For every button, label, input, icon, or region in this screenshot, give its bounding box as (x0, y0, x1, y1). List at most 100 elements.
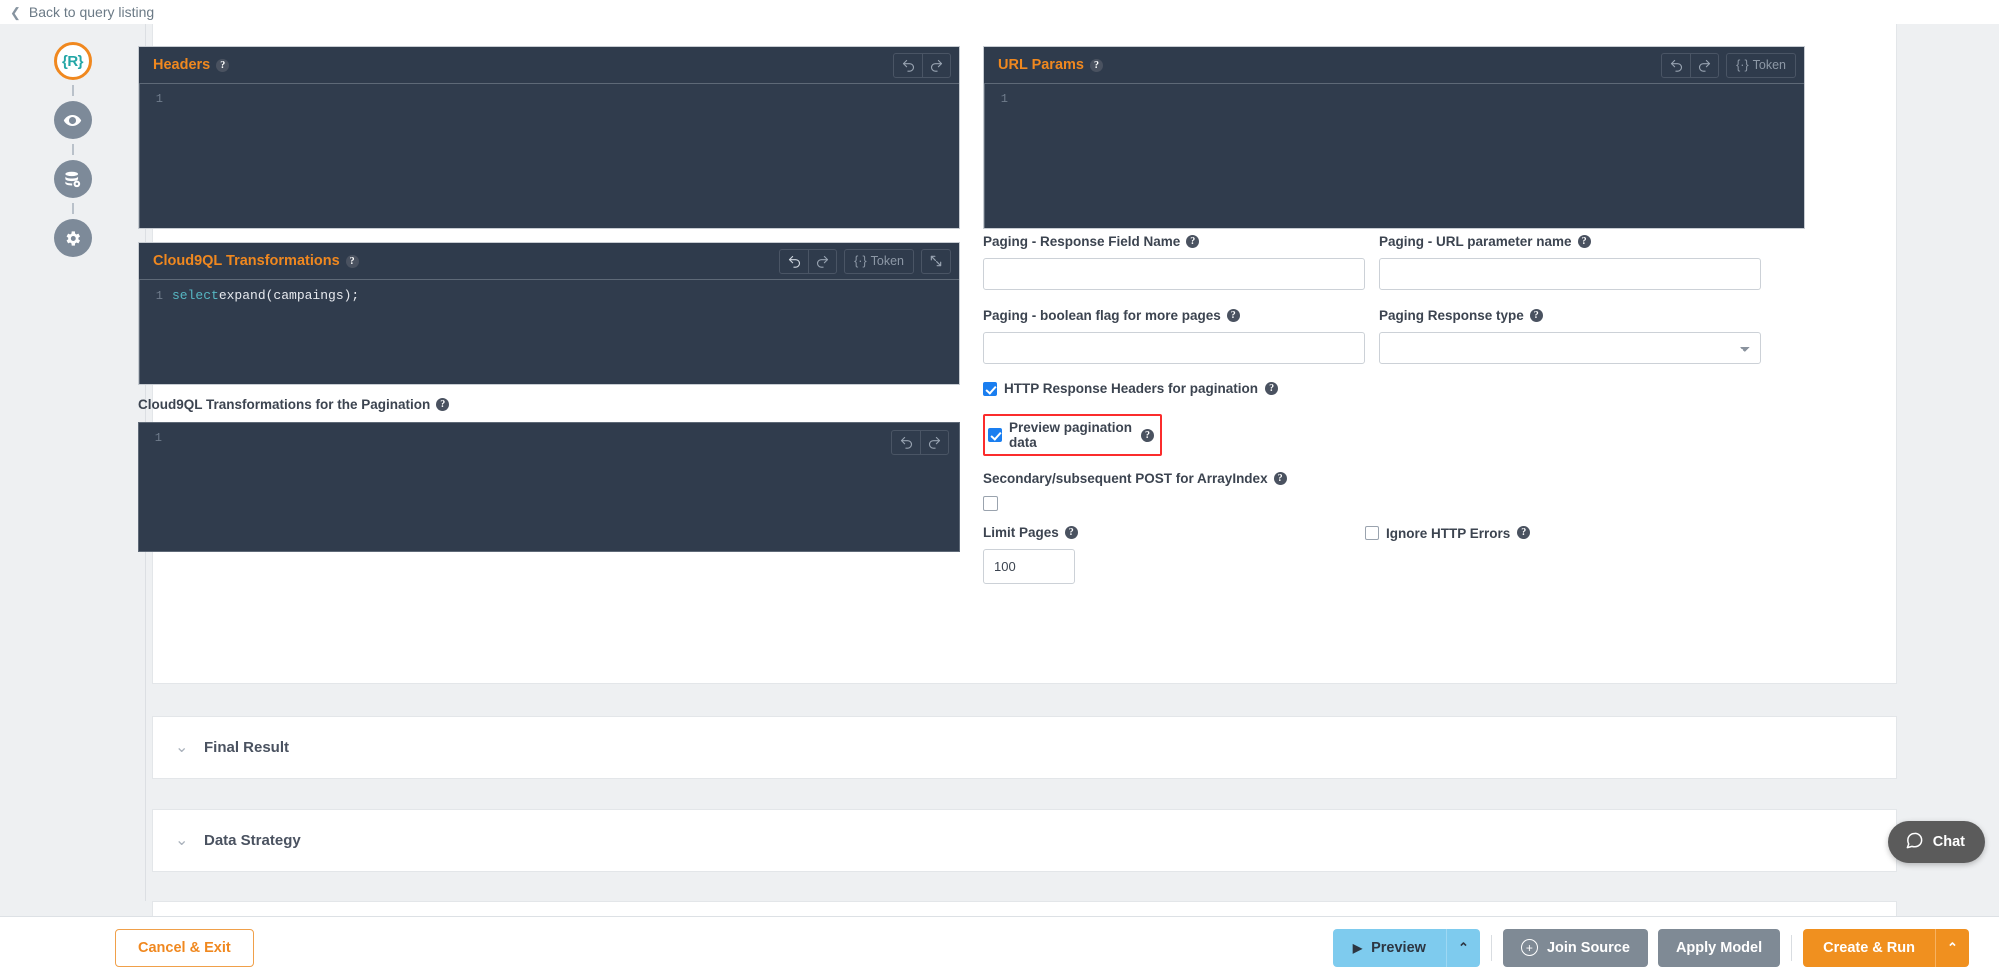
join-source-label: Join Source (1547, 940, 1630, 956)
database-gear-icon (63, 170, 82, 189)
undo-icon[interactable] (892, 431, 920, 454)
limit-pages-group: Limit Pages ? (983, 525, 1365, 584)
caret-up-icon: ⌃ (1458, 941, 1469, 954)
headers-editor-header: Headers ? (139, 47, 959, 83)
help-icon[interactable]: ? (1227, 309, 1240, 322)
preview-dropdown-button[interactable]: ⌃ (1446, 929, 1480, 967)
undo-icon[interactable] (1662, 54, 1690, 77)
ignore-http-errors-checkbox-row[interactable]: Ignore HTTP Errors ? (1365, 525, 1747, 584)
help-icon[interactable]: ? (1265, 382, 1278, 395)
accordion-title: Final Result (204, 739, 289, 756)
code-line: 1 (139, 423, 959, 445)
paging-response-field-name-label: Paging - Response Field Name ? (983, 234, 1365, 249)
toolbar-divider (1491, 935, 1492, 961)
expand-icon (922, 250, 950, 273)
line-number: 1 (140, 92, 172, 106)
token-button[interactable]: {·} Token (1726, 53, 1796, 78)
preview-button[interactable]: ▶ Preview (1333, 929, 1446, 967)
caret-up-icon: ⌃ (1947, 941, 1958, 954)
paging-form: Paging - Response Field Name ? Paging - … (983, 234, 1783, 584)
undo-icon[interactable] (894, 54, 922, 77)
accordion-final-result[interactable]: ⌄ Final Result (152, 716, 1897, 779)
help-icon[interactable]: ? (1065, 526, 1078, 539)
accordion-data-strategy[interactable]: ⌄ Data Strategy (152, 809, 1897, 872)
pagination-editor-tools (891, 430, 949, 455)
paging-response-field-name-input[interactable] (983, 258, 1365, 290)
transformations-editor-header: Cloud9QL Transformations ? {·} (139, 243, 959, 279)
sidebar-step-settings[interactable] (54, 219, 92, 257)
help-icon[interactable]: ? (1517, 526, 1530, 539)
preview-pagination-data-checkbox-row[interactable]: Preview pagination data ? (983, 414, 1162, 456)
token-prefix-icon: {·} (1736, 58, 1749, 72)
token-button[interactable]: {·} Token (844, 249, 914, 274)
help-icon[interactable]: ? (1186, 235, 1199, 248)
sidebar-step-preview[interactable] (54, 101, 92, 139)
chevron-down-icon: ⌄ (175, 833, 188, 849)
chat-widget-button[interactable]: Chat (1888, 821, 1985, 863)
http-response-headers-checkbox-row[interactable]: HTTP Response Headers for pagination ? (983, 381, 1783, 396)
redo-icon[interactable] (922, 54, 950, 77)
secondary-post-checkbox[interactable] (983, 496, 998, 511)
help-icon[interactable]: ? (1274, 472, 1287, 485)
token-prefix-icon: {·} (854, 254, 867, 268)
sidebar-step-request[interactable]: {R} (54, 42, 92, 80)
redo-icon[interactable] (808, 250, 836, 273)
eye-icon (63, 111, 82, 130)
secondary-post-label: Secondary/subsequent POST for ArrayIndex… (983, 471, 1783, 486)
redo-icon[interactable] (1690, 54, 1718, 77)
help-icon[interactable]: ? (216, 59, 229, 72)
help-icon[interactable]: ? (436, 398, 449, 411)
step-connector (72, 144, 74, 155)
help-icon[interactable]: ? (346, 255, 359, 268)
expand-fullscreen-button[interactable] (921, 249, 951, 274)
code-keyword: select (172, 288, 219, 303)
url-params-editor-title: URL Params ? (998, 57, 1103, 73)
redo-icon[interactable] (920, 431, 948, 454)
pagination-transformations-label-wrap: Cloud9QL Transformations for the Paginat… (138, 397, 960, 412)
url-params-code-area[interactable]: 1 (984, 83, 1804, 228)
pagination-transformations-label: Cloud9QL Transformations for the Paginat… (138, 397, 960, 412)
chat-bubble-icon (1905, 831, 1924, 854)
paging-response-type-select[interactable] (1379, 332, 1761, 364)
transformations-editor-title: Cloud9QL Transformations ? (153, 253, 359, 269)
preview-pagination-data-label: Preview pagination data (1009, 420, 1134, 450)
cancel-and-exit-button[interactable]: Cancel & Exit (115, 929, 254, 967)
paging-boolean-flag-label: Paging - boolean flag for more pages ? (983, 308, 1365, 323)
paging-response-field-name-group: Paging - Response Field Name ? (983, 234, 1365, 290)
apply-model-button[interactable]: Apply Model (1658, 929, 1780, 967)
back-to-query-listing-link[interactable]: ❮ Back to query listing (10, 4, 154, 20)
toolbar-divider (1791, 935, 1792, 961)
headers-code-area[interactable]: 1 (139, 83, 959, 228)
create-and-run-dropdown-button[interactable]: ⌃ (1935, 929, 1969, 967)
code-content: expand(campaings); (219, 288, 359, 303)
headers-editor: Headers ? 1 (138, 46, 960, 229)
token-label: Token (1753, 58, 1786, 72)
line-number: 1 (139, 431, 171, 445)
help-icon[interactable]: ? (1530, 309, 1543, 322)
paging-boolean-flag-group: Paging - boolean flag for more pages ? (983, 308, 1365, 364)
help-icon[interactable]: ? (1578, 235, 1591, 248)
help-icon[interactable]: ? (1141, 429, 1154, 442)
plus-circle-icon: + (1521, 939, 1538, 956)
paging-url-parameter-name-input[interactable] (1379, 258, 1761, 290)
limit-pages-input[interactable] (983, 549, 1075, 584)
transformations-code-area[interactable]: 1 select expand(campaings); (139, 279, 959, 384)
preview-pagination-data-checkbox[interactable] (988, 428, 1002, 442)
paging-url-parameter-name-group: Paging - URL parameter name ? (1379, 234, 1761, 290)
ignore-http-errors-checkbox[interactable] (1365, 526, 1379, 540)
preview-split-button: ▶ Preview ⌃ (1333, 929, 1480, 967)
help-icon[interactable]: ? (1090, 59, 1103, 72)
create-and-run-split-button: Create & Run ⌃ (1803, 929, 1969, 967)
create-and-run-button[interactable]: Create & Run (1803, 929, 1935, 967)
http-response-headers-checkbox[interactable] (983, 382, 997, 396)
paging-boolean-flag-input[interactable] (983, 332, 1365, 364)
step-rail: {R} (0, 24, 146, 901)
join-source-button[interactable]: + Join Source (1503, 929, 1648, 967)
sidebar-step-destination[interactable] (54, 160, 92, 198)
pagination-transformations-code-area[interactable]: 1 (139, 423, 959, 551)
preview-pagination-data-wrap: Preview pagination data ? (983, 414, 1162, 456)
undo-icon[interactable] (780, 250, 808, 273)
topbar: ❮ Back to query listing (0, 0, 1999, 24)
undo-redo-group (893, 53, 951, 78)
accordion-title: Data Strategy (204, 832, 301, 849)
